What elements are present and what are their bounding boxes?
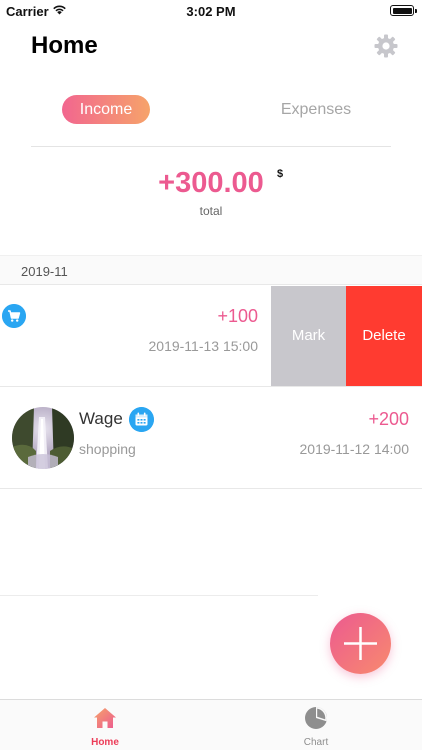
transaction-title: Wage [79,409,123,428]
tab-bar: Home Chart [0,699,422,750]
calendar-icon [129,407,154,432]
tab-income[interactable]: Income [62,95,150,124]
pie-chart-icon [305,707,327,729]
status-bar: Carrier 3:02 PM [0,0,422,22]
tab-home[interactable]: Home [63,700,147,750]
status-time: 3:02 PM [186,4,236,19]
divider [31,146,391,147]
tab-chart-label: Chart [303,737,329,748]
cart-icon [2,304,26,328]
section-date: 2019-11 [21,264,68,279]
transaction-datetime: 2019-11-13 15:00 [148,338,259,354]
avatar [12,407,74,469]
plus-icon [344,627,377,660]
total-amount: +300.00 [158,167,264,199]
divider [0,595,318,596]
tab-home-label: Home [91,737,119,748]
tab-expenses[interactable]: Expenses [266,95,366,124]
total-label: total [199,204,223,218]
page-title: Home [31,32,98,59]
transaction-amount: +200 [368,409,409,429]
battery-icon [390,5,417,16]
mark-button[interactable]: Mark [271,286,346,386]
list-item[interactable]: +100 2019-11-13 15:00 Mark Delete [0,286,422,387]
transaction-datetime: 2019-11-12 14:00 [299,441,410,457]
list-item-content[interactable]: +100 2019-11-13 15:00 [0,286,271,386]
home-icon [94,708,116,728]
list-item[interactable]: Wage shopping +200 2019-11-12 14:00 [0,388,422,489]
delete-button[interactable]: Delete [346,286,422,386]
add-button[interactable] [330,613,391,674]
currency-symbol: $ [277,168,284,180]
transaction-amount: +100 [217,306,258,326]
section-header: 2019-11 [0,255,422,285]
gear-icon[interactable] [374,34,398,58]
tab-chart[interactable]: Chart [274,700,358,750]
transaction-subtitle: shopping [79,441,136,457]
